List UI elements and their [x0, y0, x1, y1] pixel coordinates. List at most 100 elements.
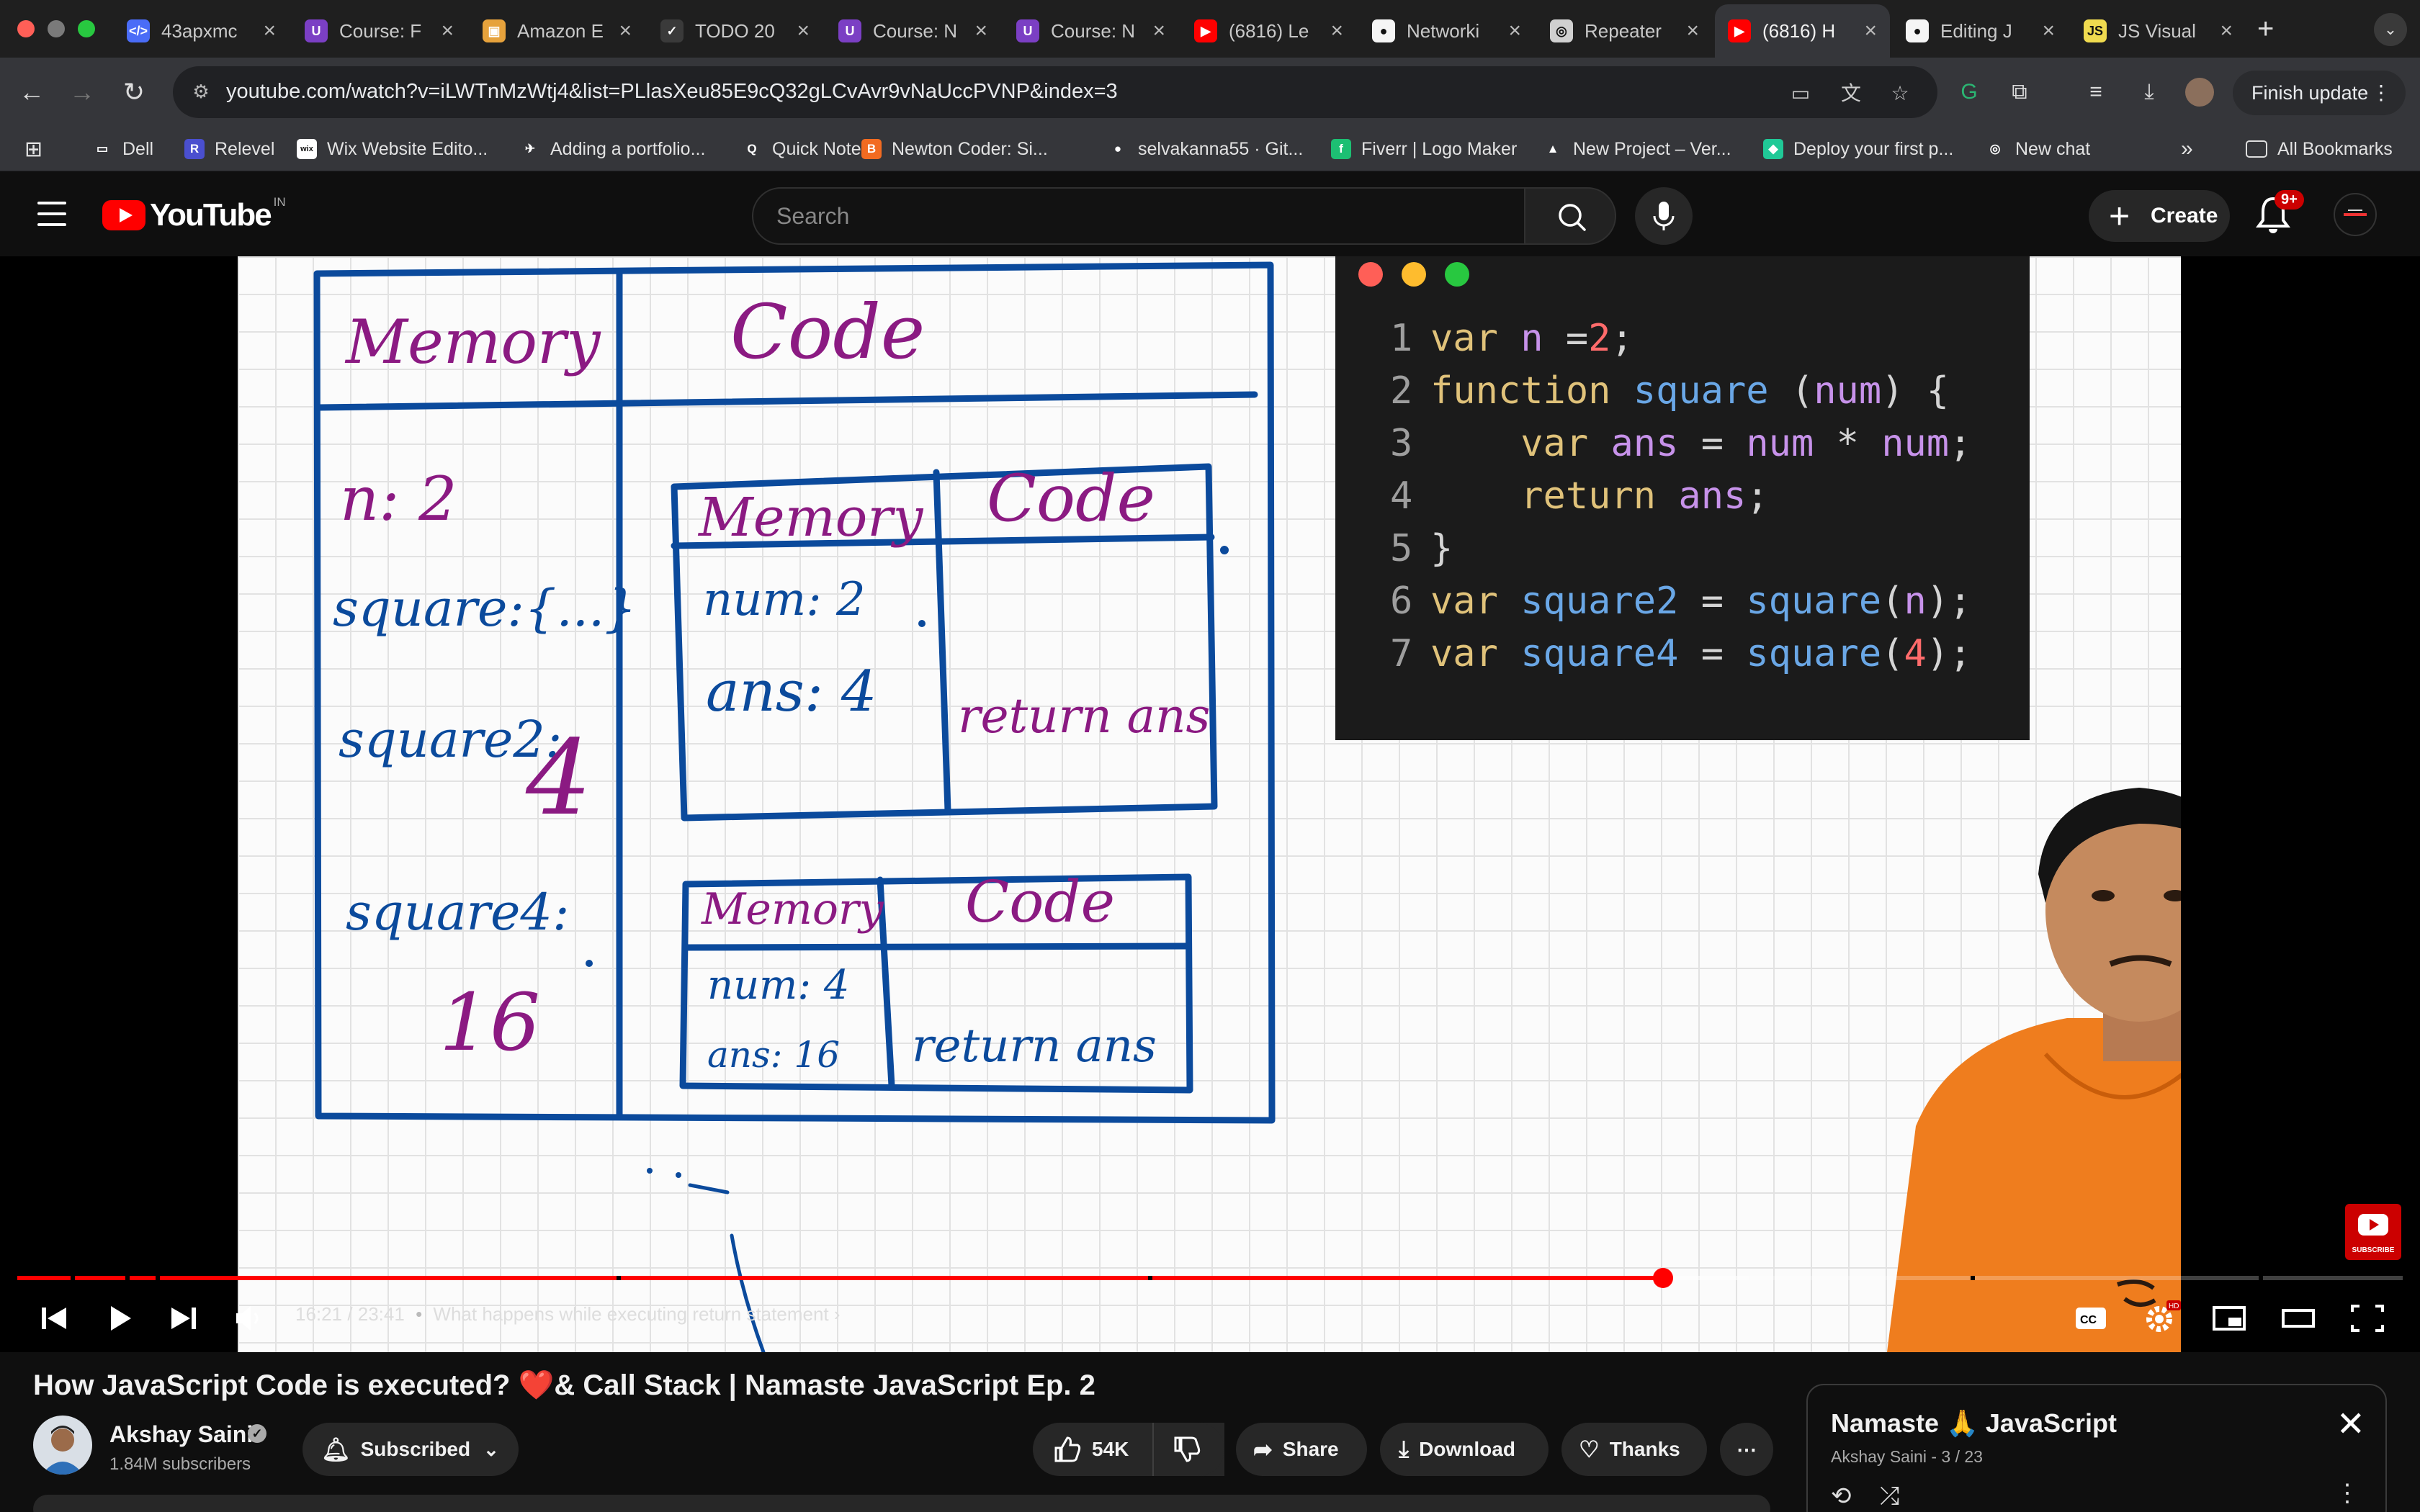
close-playlist-icon[interactable]: ✕ [2336, 1404, 2365, 1444]
browser-tab[interactable]: ▶ (6816) Le × [1181, 4, 1356, 58]
browser-menu-icon[interactable]: ⋮ [2371, 71, 2391, 115]
search-input[interactable] [753, 189, 1524, 243]
video-player[interactable]: Memory Code n: 2 square:{...} square2: 4… [0, 256, 2420, 1352]
next-video-icon[interactable] [166, 1296, 202, 1339]
close-tab-icon[interactable]: × [263, 19, 276, 43]
close-tab-icon[interactable]: × [2220, 19, 2233, 43]
voice-search-button[interactable] [1635, 187, 1693, 245]
play-icon[interactable] [101, 1296, 137, 1339]
bookmark-item[interactable]: ✈ Adding a portfolio... [520, 135, 705, 163]
zoom-window-button[interactable] [78, 20, 95, 37]
more-actions-button[interactable]: ⋯ [1720, 1423, 1773, 1476]
browser-tab[interactable]: ◎ Repeater × [1537, 4, 1712, 58]
share-button[interactable]: ➦ Share [1236, 1423, 1367, 1476]
browser-tab[interactable]: ▶ (6816) H × [1715, 4, 1890, 58]
progress-bar[interactable] [17, 1268, 2403, 1288]
bookmark-item[interactable]: B Newton Coder: Si... [861, 135, 1048, 163]
forward-arrow-icon[interactable]: → [63, 73, 101, 111]
grammarly-icon[interactable]: G [1952, 75, 1986, 109]
close-tab-icon[interactable]: × [974, 19, 987, 43]
video-frame-whiteboard[interactable]: Memory Code n: 2 square:{...} square2: 4… [238, 256, 2181, 1352]
bookmark-item[interactable]: wix Wix Website Edito... [297, 135, 488, 163]
bookmark-item[interactable]: ◎ New chat [1985, 135, 2090, 163]
search-button[interactable] [1524, 187, 1616, 245]
browser-tab[interactable]: U Course: F × [292, 4, 467, 58]
close-tab-icon[interactable]: × [797, 19, 810, 43]
ctx2-ans-entry: ans: 16 [707, 1034, 841, 1076]
all-bookmarks-folder[interactable]: All Bookmarks [2246, 135, 2393, 163]
playlist-menu-icon[interactable]: ⋮ [2335, 1479, 2360, 1508]
tab-favicon-icon: ◎ [1550, 19, 1573, 42]
reload-icon[interactable]: ↻ [115, 73, 153, 111]
close-tab-icon[interactable]: × [1152, 19, 1165, 43]
bookmark-item[interactable]: f Fiverr | Logo Maker [1331, 135, 1517, 163]
browser-tab[interactable]: ● Networki × [1359, 4, 1534, 58]
subscribed-button[interactable]: 🔔︎ Subscribed ⌄ [302, 1423, 519, 1476]
fullscreen-icon[interactable] [2348, 1296, 2388, 1339]
volume-muted-icon[interactable] [230, 1296, 266, 1339]
bookmarks-overflow-button[interactable]: » [2181, 135, 2193, 163]
browser-tab[interactable]: JS JS Visual × [2071, 4, 2246, 58]
browser-tab[interactable]: U Course: N × [825, 4, 1000, 58]
close-tab-icon[interactable]: × [1330, 19, 1343, 43]
settings-gear-icon[interactable]: HD [2141, 1296, 2181, 1339]
bookmark-item[interactable]: ▭ Dell [92, 135, 153, 163]
channel-name[interactable]: Akshay Saini [109, 1421, 253, 1448]
loop-playlist-icon[interactable]: ⟲ [1831, 1482, 1852, 1510]
close-tab-icon[interactable]: × [1864, 19, 1877, 43]
bookmark-item[interactable]: ▲ New Project – Ver... [1543, 135, 1731, 163]
download-button[interactable]: ⤓ Download [1380, 1423, 1549, 1476]
miniplayer-icon[interactable] [2210, 1296, 2250, 1339]
chapter-title[interactable]: What happens while executing return stat… [433, 1303, 828, 1325]
subscribed-label: Subscribed [360, 1438, 471, 1460]
close-tab-icon[interactable]: × [1686, 19, 1699, 43]
captions-icon[interactable]: CC [2073, 1296, 2109, 1339]
subscribe-watermark[interactable]: SUBSCRIBE [2345, 1204, 2401, 1260]
browser-toolbar: ← → ↻ ⚙ youtube.com/watch?v=iLWTnMzWtj4&… [0, 58, 2420, 127]
thanks-button[interactable]: ♡ Thanks [1561, 1423, 1707, 1476]
browser-tab[interactable]: ● Editing J × [1893, 4, 2068, 58]
bookmark-favicon-icon: ✈ [520, 139, 540, 159]
extensions-puzzle-icon[interactable]: ⧉ [2002, 75, 2037, 109]
profile-avatar[interactable] [2185, 78, 2214, 107]
create-button[interactable]: + Create [2089, 190, 2230, 242]
browser-tab[interactable]: U Course: N × [1003, 4, 1178, 58]
close-tab-icon[interactable]: × [1508, 19, 1521, 43]
chapter-chevron-icon[interactable]: › [834, 1303, 841, 1325]
translate-icon[interactable]: 文 [1837, 79, 1865, 108]
minimize-window-button[interactable] [48, 20, 65, 37]
downloads-icon[interactable]: ⤓ [2132, 75, 2166, 109]
back-arrow-icon[interactable]: ← [13, 73, 50, 111]
close-tab-icon[interactable]: × [2042, 19, 2055, 43]
bookmark-item[interactable]: Q Quick Note [742, 135, 861, 163]
cast-icon[interactable]: ▭ [1786, 79, 1815, 108]
playlist-panel: Namaste 🙏 JavaScript Akshay Saini - 3 / … [1806, 1384, 2387, 1512]
close-tab-icon[interactable]: × [441, 19, 454, 43]
browser-tab[interactable]: ▣ Amazon E × [470, 4, 645, 58]
bookmark-item[interactable]: R Relevel [184, 135, 274, 163]
finish-update-button[interactable]: Finish update ⋮ [2233, 71, 2406, 115]
site-info-icon[interactable]: ⚙ [189, 81, 213, 105]
description-box[interactable] [33, 1495, 1770, 1512]
shuffle-icon[interactable]: ⤮ [1880, 1482, 1899, 1510]
tab-search-chevron-icon[interactable]: ⌄ [2374, 13, 2407, 46]
new-tab-button[interactable]: + [2257, 13, 2274, 45]
menu-hamburger-icon[interactable] [37, 202, 66, 226]
browser-tab[interactable]: </> 43apxmc × [114, 4, 289, 58]
browser-tab[interactable]: ✓ TODO 20 × [647, 4, 823, 58]
apps-grid-icon[interactable]: ⊞ [24, 135, 42, 163]
media-controls-icon[interactable]: ≡ [2079, 75, 2113, 109]
previous-video-icon[interactable] [36, 1296, 72, 1339]
channel-avatar[interactable] [33, 1416, 92, 1475]
bookmark-item[interactable]: ● selvakanna55 · Git... [1108, 135, 1303, 163]
bookmark-star-icon[interactable]: ☆ [1886, 79, 1914, 108]
address-bar[interactable]: ⚙ youtube.com/watch?v=iLWTnMzWtj4&list=P… [173, 66, 1937, 118]
theater-mode-icon[interactable] [2279, 1296, 2319, 1339]
close-window-button[interactable] [17, 20, 35, 37]
close-tab-icon[interactable]: × [619, 19, 632, 43]
youtube-logo[interactable]: YouTube IN [102, 195, 286, 233]
playlist-title[interactable]: Namaste 🙏 JavaScript [1831, 1408, 2117, 1439]
bookmark-item[interactable]: ◆ Deploy your first p... [1763, 135, 1953, 163]
account-avatar[interactable] [2334, 193, 2377, 236]
dislike-button[interactable] [1152, 1423, 1224, 1476]
